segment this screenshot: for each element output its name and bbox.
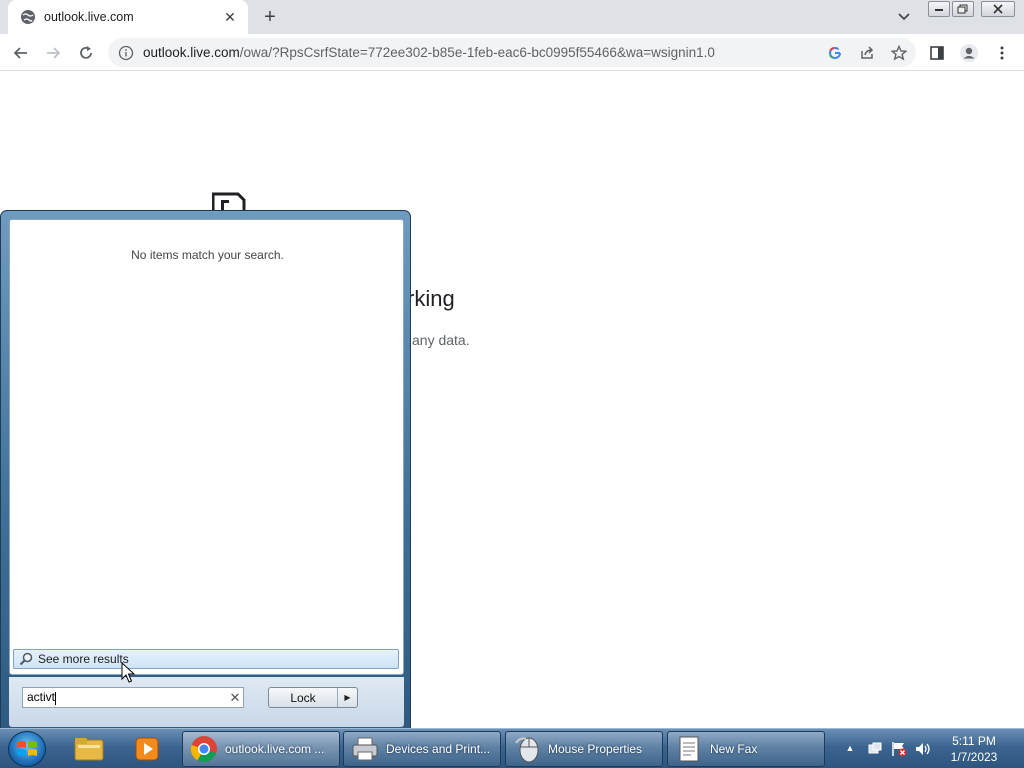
page-subtext: any data. <box>412 332 470 348</box>
url-text: outlook.live.com/owa/?RpsCsrfState=772ee… <box>143 45 916 60</box>
google-icon[interactable] <box>824 42 846 64</box>
clock-date: 1/7/2023 <box>950 750 998 764</box>
tab-search-chevron-icon[interactable] <box>894 8 914 26</box>
browser-toolbar: outlook.live.com/owa/?RpsCsrfState=772ee… <box>0 34 1024 71</box>
search-icon <box>18 651 34 667</box>
lock-button[interactable]: Lock ▶ <box>268 687 358 708</box>
fax-icon <box>674 734 704 764</box>
address-bar[interactable]: outlook.live.com/owa/?RpsCsrfState=772ee… <box>108 38 916 67</box>
taskbar-clock[interactable]: 5:11 PM 1/7/2023 <box>934 733 1014 765</box>
mouse-icon <box>512 734 542 764</box>
page-heading: rking <box>407 286 455 311</box>
network-error-icon[interactable] <box>890 740 908 758</box>
taskbar-item-new-fax[interactable]: New Fax <box>667 731 825 767</box>
forward-arrow-icon[interactable] <box>40 40 66 66</box>
clear-search-icon[interactable]: ✕ <box>227 690 243 706</box>
taskbar-item-label: Devices and Print... <box>386 742 491 756</box>
taskbar-item-label: New Fax <box>710 742 758 756</box>
tab-title: outlook.live.com <box>44 10 134 24</box>
start-search-input[interactable]: activt ✕ <box>22 687 244 708</box>
url-host: outlook.live.com <box>143 45 240 60</box>
start-menu-bottom-bar: activt ✕ Lock ▶ <box>9 677 404 727</box>
no-items-message: No items match your search. <box>131 248 284 262</box>
restore-button[interactable] <box>952 1 974 17</box>
bookmark-star-icon[interactable] <box>888 42 910 64</box>
start-menu-results-pane: No items match your search. <box>9 219 404 675</box>
taskbar-item-devices[interactable]: Devices and Print... <box>343 731 501 767</box>
taskbar-item-label: Mouse Properties <box>548 742 643 756</box>
start-button[interactable] <box>8 731 46 767</box>
windows-logo-icon <box>17 741 37 756</box>
pinned-explorer-button[interactable] <box>62 732 116 766</box>
taskbar-item-chrome[interactable]: outlook.live.com ... <box>182 731 340 767</box>
share-icon[interactable] <box>856 42 878 64</box>
volume-icon[interactable] <box>914 740 932 758</box>
taskbar: outlook.live.com ... Devices and Print..… <box>0 728 1024 768</box>
side-panel-icon[interactable] <box>924 40 950 66</box>
lock-label: Lock <box>290 690 316 705</box>
tab-strip: outlook.live.com ✕ + <box>0 0 1024 34</box>
media-player-icon <box>135 737 159 761</box>
see-more-results-label: See more results <box>38 652 129 666</box>
back-arrow-icon[interactable] <box>8 40 34 66</box>
see-more-results-button[interactable]: See more results <box>13 649 399 669</box>
show-hidden-icons-arrow-icon[interactable]: ▲ <box>844 741 856 755</box>
url-path: /owa/?RpsCsrfState=772ee302-b85e-1feb-ea… <box>239 45 715 60</box>
taskbar-item-label: outlook.live.com ... <box>225 742 325 756</box>
browser-tab[interactable]: outlook.live.com ✕ <box>8 0 248 34</box>
close-window-button[interactable] <box>981 1 1015 17</box>
action-center-flag-icon[interactable] <box>866 740 884 758</box>
chrome-icon <box>189 734 219 764</box>
tab-close-icon[interactable]: ✕ <box>222 9 238 25</box>
start-search-value: activt <box>27 690 56 705</box>
reload-icon[interactable] <box>73 40 99 66</box>
clock-time: 5:11 PM <box>952 734 996 748</box>
printer-icon <box>350 734 380 764</box>
globe-icon <box>20 9 36 25</box>
taskbar-item-mouse-properties[interactable]: Mouse Properties <box>505 731 663 767</box>
folder-icon <box>74 738 104 761</box>
mouse-pointer-icon <box>121 661 136 684</box>
text-caret <box>55 691 57 705</box>
power-options-arrow-icon[interactable]: ▶ <box>337 688 357 707</box>
site-info-icon[interactable] <box>118 45 134 61</box>
pinned-media-player-button[interactable] <box>120 732 174 766</box>
profile-avatar-icon[interactable] <box>956 40 982 66</box>
menu-kebab-icon[interactable] <box>989 40 1015 66</box>
new-tab-button[interactable]: + <box>258 6 282 28</box>
start-menu: No items match your search. See more res… <box>0 210 411 730</box>
minimize-button[interactable] <box>928 1 950 17</box>
